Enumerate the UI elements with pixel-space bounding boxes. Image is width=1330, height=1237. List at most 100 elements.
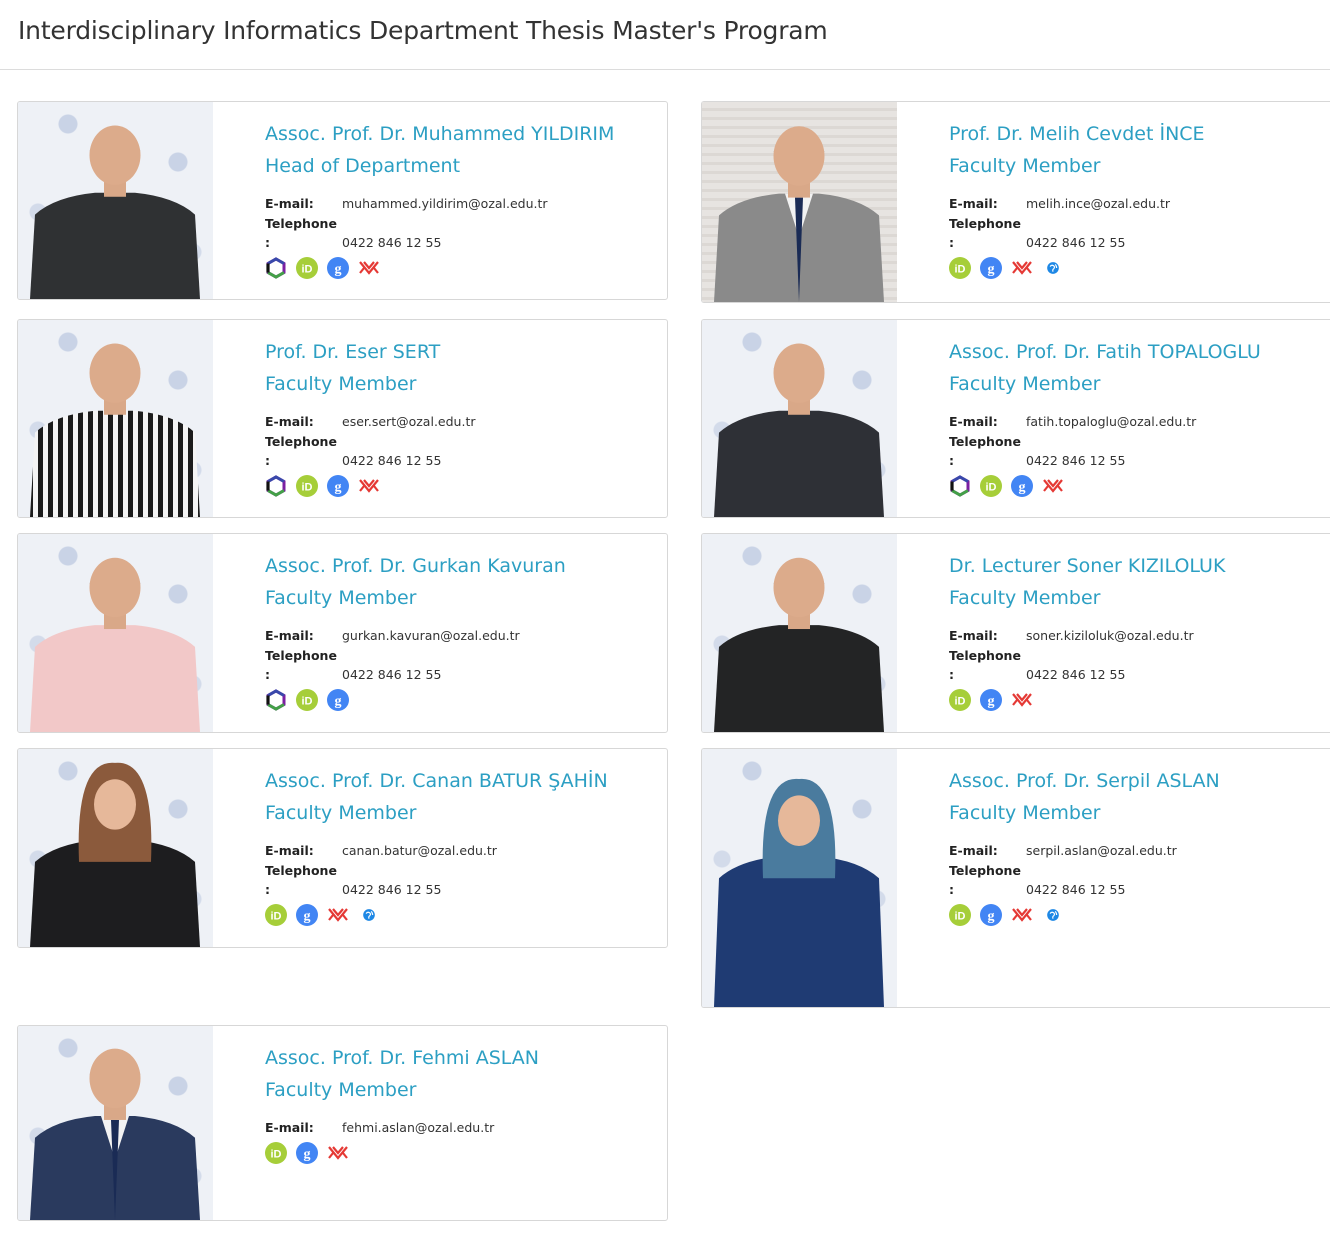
profile-links: iD g <box>265 256 657 280</box>
email-link[interactable]: gurkan.kavuran@ozal.edu.tr <box>342 626 520 646</box>
faculty-card[interactable]: Assoc. Prof. Dr. Fatih TOPALOGLU Faculty … <box>701 319 1330 518</box>
svg-text:iD: iD <box>271 910 282 922</box>
orcid-icon[interactable]: iD <box>296 256 318 279</box>
faculty-info: Prof. Dr. Eser SERT Faculty Member E-mail:… <box>265 336 657 498</box>
website-icon[interactable] <box>1042 257 1064 279</box>
publons-icon[interactable] <box>949 474 971 497</box>
yoksis-icon[interactable] <box>1042 475 1064 497</box>
faculty-name-link[interactable]: Assoc. Prof. Dr. Serpil ASLAN <box>949 765 1330 797</box>
faculty-photo <box>702 749 897 1007</box>
faculty-card[interactable]: Prof. Dr. Melih Cevdet İNCE Faculty Membe… <box>701 101 1330 303</box>
google-scholar-icon[interactable]: g <box>327 688 349 711</box>
faculty-name-link[interactable]: Assoc. Prof. Dr. Gurkan Kavuran <box>265 550 657 582</box>
faculty-role: Head of Department <box>265 155 461 177</box>
email-link[interactable]: eser.sert@ozal.edu.tr <box>342 412 475 432</box>
telephone-label: Telephone <box>265 215 337 231</box>
faculty-card[interactable]: Assoc. Prof. Dr. Fehmi ASLAN Faculty Memb… <box>17 1025 668 1221</box>
publons-icon[interactable] <box>265 474 287 497</box>
faculty-name-link[interactable]: Prof. Dr. Eser SERT <box>265 336 657 368</box>
telephone-value: 0422 846 12 55 <box>1026 235 1126 250</box>
telephone-value: 0422 846 12 55 <box>342 235 442 250</box>
google-scholar-icon[interactable]: g <box>980 903 1002 926</box>
faculty-info: Assoc. Prof. Dr. Gurkan Kavuran Faculty M… <box>265 550 657 712</box>
orcid-icon[interactable]: iD <box>949 688 971 711</box>
email-label: E-mail: <box>949 628 998 643</box>
faculty-card[interactable]: Assoc. Prof. Dr. Muhammed YILDIRIM Head o… <box>17 101 668 300</box>
orcid-icon[interactable]: iD <box>296 474 318 497</box>
faculty-role: Faculty Member <box>265 1079 417 1101</box>
faculty-name-link[interactable]: Assoc. Prof. Dr. Canan BATUR ŞAHİN <box>265 765 657 797</box>
email-link[interactable]: soner.kiziloluk@ozal.edu.tr <box>1026 626 1194 646</box>
orcid-icon[interactable]: iD <box>949 903 971 926</box>
website-icon[interactable] <box>1042 904 1064 926</box>
google-scholar-icon[interactable]: g <box>1011 474 1033 497</box>
yoksis-icon[interactable] <box>1011 689 1033 711</box>
faculty-name-link[interactable]: Assoc. Prof. Dr. Muhammed YILDIRIM <box>265 118 657 150</box>
profile-links: iD g <box>949 474 1330 498</box>
telephone-value: 0422 846 12 55 <box>1026 667 1126 682</box>
contact-block: E-mail: canan.batur@ozal.edu.tr Telephone:… <box>265 841 657 900</box>
faculty-photo <box>18 749 213 947</box>
google-scholar-icon[interactable]: g <box>327 256 349 279</box>
faculty-name-link[interactable]: Prof. Dr. Melih Cevdet İNCE <box>949 118 1330 150</box>
contact-block: E-mail: gurkan.kavuran@ozal.edu.tr Telepho… <box>265 626 657 685</box>
email-label: E-mail: <box>265 843 314 858</box>
orcid-icon[interactable]: iD <box>265 1141 287 1164</box>
email-label: E-mail: <box>949 196 998 211</box>
telephone-colon: : <box>949 882 954 897</box>
faculty-name-link[interactable]: Assoc. Prof. Dr. Fatih TOPALOGLU <box>949 336 1330 368</box>
faculty-card[interactable]: Assoc. Prof. Dr. Serpil ASLAN Faculty Mem… <box>701 748 1330 1008</box>
publons-icon[interactable] <box>265 688 287 711</box>
email-label: E-mail: <box>265 628 314 643</box>
profile-links: iD g <box>949 903 1330 927</box>
telephone-label: Telephone <box>949 647 1021 663</box>
google-scholar-icon[interactable]: g <box>327 474 349 497</box>
orcid-icon[interactable]: iD <box>265 903 287 926</box>
page-header: Interdisciplinary Informatics Department… <box>0 0 1330 70</box>
telephone-value: 0422 846 12 55 <box>342 882 442 897</box>
yoksis-icon[interactable] <box>327 904 349 926</box>
yoksis-icon[interactable] <box>358 257 380 279</box>
faculty-info: Assoc. Prof. Dr. Canan BATUR ŞAHİN Facult… <box>265 765 657 927</box>
yoksis-icon[interactable] <box>358 475 380 497</box>
yoksis-icon[interactable] <box>1011 904 1033 926</box>
telephone-value: 0422 846 12 55 <box>342 667 442 682</box>
google-scholar-icon[interactable]: g <box>980 688 1002 711</box>
email-link[interactable]: fatih.topaloglu@ozal.edu.tr <box>1026 412 1196 432</box>
telephone-colon: : <box>265 235 270 250</box>
faculty-name-link[interactable]: Dr. Lecturer Soner KIZILOLUK <box>949 550 1330 582</box>
email-link[interactable]: melih.ince@ozal.edu.tr <box>1026 194 1170 214</box>
google-scholar-icon[interactable]: g <box>296 1141 318 1164</box>
email-link[interactable]: serpil.aslan@ozal.edu.tr <box>1026 841 1177 861</box>
faculty-card[interactable]: Prof. Dr. Eser SERT Faculty Member E-mail:… <box>17 319 668 518</box>
email-link[interactable]: canan.batur@ozal.edu.tr <box>342 841 497 861</box>
telephone-label: Telephone <box>265 647 337 663</box>
orcid-icon[interactable]: iD <box>980 474 1002 497</box>
telephone-colon: : <box>949 453 954 468</box>
faculty-role: Faculty Member <box>265 373 417 395</box>
svg-text:iD: iD <box>955 910 966 922</box>
faculty-info: Dr. Lecturer Soner KIZILOLUK Faculty Memb… <box>949 550 1330 712</box>
email-link[interactable]: muhammed.yildirim@ozal.edu.tr <box>342 194 548 214</box>
svg-text:iD: iD <box>986 481 997 493</box>
publons-icon[interactable] <box>265 256 287 279</box>
faculty-card[interactable]: Assoc. Prof. Dr. Gurkan Kavuran Faculty M… <box>17 533 668 733</box>
google-scholar-icon[interactable]: g <box>296 903 318 926</box>
website-icon[interactable] <box>358 904 380 926</box>
yoksis-icon[interactable] <box>1011 257 1033 279</box>
google-scholar-icon[interactable]: g <box>980 256 1002 279</box>
orcid-icon[interactable]: iD <box>296 688 318 711</box>
svg-text:g: g <box>1019 480 1026 495</box>
email-link[interactable]: fehmi.aslan@ozal.edu.tr <box>342 1118 494 1138</box>
faculty-role: Faculty Member <box>265 587 417 609</box>
faculty-card[interactable]: Dr. Lecturer Soner KIZILOLUK Faculty Memb… <box>701 533 1330 733</box>
orcid-icon[interactable]: iD <box>949 256 971 279</box>
svg-text:g: g <box>988 262 995 277</box>
faculty-card[interactable]: Assoc. Prof. Dr. Canan BATUR ŞAHİN Facult… <box>17 748 668 948</box>
faculty-name-link[interactable]: Assoc. Prof. Dr. Fehmi ASLAN <box>265 1042 657 1074</box>
yoksis-icon[interactable] <box>327 1142 349 1164</box>
profile-links: iD g <box>949 256 1330 280</box>
faculty-info: Assoc. Prof. Dr. Muhammed YILDIRIM Head o… <box>265 118 657 280</box>
faculty-role: Faculty Member <box>949 155 1101 177</box>
faculty-role: Faculty Member <box>949 802 1101 824</box>
